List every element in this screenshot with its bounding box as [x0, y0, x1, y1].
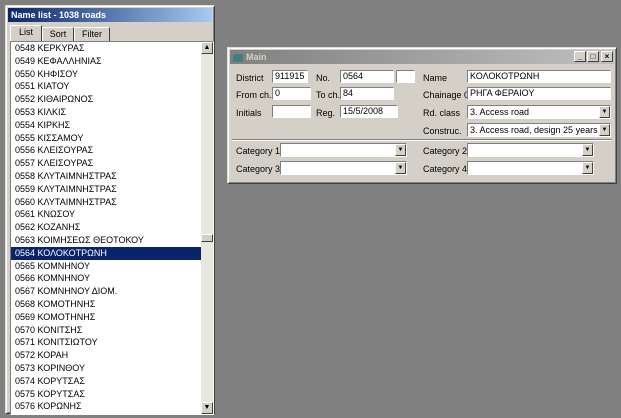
from-ch-field[interactable]: 0 [272, 87, 311, 100]
list-item[interactable]: 0573 ΚΟΡΙΝΘΟΥ [11, 362, 201, 375]
from-ch-label: From ch. [236, 90, 272, 100]
list-item[interactable]: 0554 ΚΙΡΚΗΣ [11, 119, 201, 132]
list-item[interactable]: 0567 ΚΟΜΝΗΝΟΥ ΔΙΟΜ. [11, 285, 201, 298]
main-title-bar: Main _ □ × [230, 50, 614, 64]
list-item[interactable]: 0559 ΚΛΥΤΑΙΜΝΗΣΤΡΑΣ [11, 183, 201, 196]
initials-field[interactable] [272, 105, 311, 118]
scroll-up-button[interactable]: ▲ [201, 42, 213, 54]
category3-select[interactable]: ▼ [280, 161, 407, 175]
minimize-button[interactable]: _ [574, 51, 586, 62]
to-ch-label: To ch. [316, 90, 341, 100]
category1-label: Category 1 [236, 146, 281, 156]
reg-field[interactable]: 15/5/2008 [340, 105, 398, 118]
list-item[interactable]: 0553 ΚΙΛΚΙΣ [11, 106, 201, 119]
category4-label: Category 4 [423, 164, 468, 174]
construc-dropdown-icon[interactable]: ▼ [599, 124, 610, 136]
list-item[interactable]: 0565 ΚΟΜΝΗΝΟΥ [11, 260, 201, 273]
no-field[interactable]: 0564 [340, 70, 394, 83]
chainage-label: Chainage 0 [423, 90, 470, 100]
name-list-title: Name list - 1038 roads [8, 8, 212, 22]
app-icon [233, 53, 243, 62]
district-label: District [236, 73, 264, 83]
list-item[interactable]: 0572 ΚΟΡΑΗ [11, 349, 201, 362]
maximize-button[interactable]: □ [587, 51, 599, 62]
reg-label: Reg. [316, 108, 336, 118]
list-item[interactable]: 0548 ΚΕΡΚΥΡΑΣ [11, 42, 201, 55]
main-window: Main _ □ × District 911915 No. 0564 Name… [227, 47, 617, 184]
rd-class-value: 3. Access road [470, 107, 530, 117]
close-button[interactable]: × [601, 51, 613, 62]
tab-filter[interactable]: Filter [74, 27, 110, 41]
list-item[interactable]: 0556 ΚΛΕΙΣΟΥΡΑΣ [11, 144, 201, 157]
rd-class-label: Rd. class [423, 108, 461, 118]
scroll-down-button[interactable]: ▼ [201, 402, 213, 414]
to-ch-field[interactable]: 84 [340, 87, 394, 100]
category2-dropdown-icon[interactable]: ▼ [582, 144, 593, 156]
name-field[interactable]: ΚΟΛΟΚΟΤΡΩΝΗ [467, 70, 611, 83]
minimize-icon: _ [577, 52, 583, 61]
list-item[interactable]: 0570 ΚΟΝΙΤΣΗΣ [11, 324, 201, 337]
list-item[interactable]: 0558 ΚΛΥΤΑΙΜΝΗΣΤΡΑΣ [11, 170, 201, 183]
chainage-field[interactable]: ΡΗΓΑ ΦΕΡΑΙΟΥ [467, 87, 611, 100]
maximize-icon: □ [590, 52, 596, 61]
rd-class-dropdown-icon[interactable]: ▼ [599, 106, 610, 118]
no-label: No. [316, 73, 331, 83]
list-item[interactable]: 0576 ΚΟΡΩΝΗΣ [11, 400, 201, 413]
category3-dropdown-icon[interactable]: ▼ [395, 162, 406, 174]
category2-label: Category 2 [423, 146, 468, 156]
arrow-up-icon: ▲ [203, 44, 211, 51]
category1-select[interactable]: ▼ [280, 143, 407, 157]
road-list-items: 0548 ΚΕΡΚΥΡΑΣ 0549 ΚΕΦΑΛΛΗΝΙΑΣ 0550 ΚΗΦΙΣΟ… [11, 42, 201, 413]
list-scrollbar[interactable]: ▲ ▼ [201, 42, 213, 414]
list-item[interactable]: 0563 ΚΟΙΜΗΣΕΩΣ ΘΕΟΤΟΚΟΥ [11, 234, 201, 247]
construc-select[interactable]: 3. Access road, design 25 years ▼ [467, 123, 611, 137]
list-item[interactable]: 0568 ΚΟΜΟΤΗΝΗΣ [11, 298, 201, 311]
form-divider [232, 139, 612, 141]
scroll-thumb[interactable] [201, 234, 213, 242]
list-item[interactable]: 0571 ΚΟΝΙΤΣΙΩΤΟΥ [11, 336, 201, 349]
list-item[interactable]: 0574 ΚΟΡΥΤΣΑΣ [11, 375, 201, 388]
main-title: Main [246, 52, 267, 62]
list-item[interactable]: 0549 ΚΕΦΑΛΛΗΝΙΑΣ [11, 55, 201, 68]
district-field[interactable]: 911915 [272, 70, 308, 83]
list-item[interactable]: 0566 ΚΟΜΝΗΝΟΥ [11, 272, 201, 285]
list-item[interactable]: 0561 ΚΝΩΣΟΥ [11, 208, 201, 221]
tab-list[interactable]: List [10, 25, 42, 41]
initials-label: Initials [236, 108, 262, 118]
construc-label: Construc. [423, 126, 462, 136]
list-item[interactable]: 0575 ΚΟΡΥΤΣΑΣ [11, 388, 201, 401]
close-icon: × [604, 52, 610, 61]
list-item[interactable]: 0552 ΚΙΘΑΙΡΩΝΟΣ [11, 93, 201, 106]
arrow-down-icon: ▼ [203, 404, 211, 411]
category2-select[interactable]: ▼ [467, 143, 594, 157]
list-item[interactable]: 0557 ΚΛΕΙΣΟΥΡΑΣ [11, 157, 201, 170]
list-item[interactable]: 0560 ΚΛΥΤΑΙΜΝΗΣΤΡΑΣ [11, 196, 201, 209]
list-item[interactable]: 0551 ΚΙΑΤΟΥ [11, 80, 201, 93]
list-item[interactable]: 0564 ΚΟΛΟΚΟΤΡΩΝΗ [11, 246, 201, 260]
list-item[interactable]: 0569 ΚΟΜΟΤΗΝΗΣ [11, 311, 201, 324]
name-label: Name [423, 73, 448, 83]
list-item[interactable]: 0550 ΚΗΦΙΣΟΥ [11, 68, 201, 81]
no-suffix-field[interactable] [396, 70, 415, 83]
rd-class-select[interactable]: 3. Access road ▼ [467, 105, 611, 119]
list-item[interactable]: 0562 ΚΟΖΑΝΗΣ [11, 221, 201, 234]
category3-label: Category 3 [236, 164, 281, 174]
construc-value: 3. Access road, design 25 years [470, 125, 598, 135]
list-item[interactable]: 0555 ΚΙΣΣΑΜΟΥ [11, 132, 201, 145]
category4-dropdown-icon[interactable]: ▼ [582, 162, 593, 174]
category1-dropdown-icon[interactable]: ▼ [395, 144, 406, 156]
name-list-window: Name list - 1038 roads List Sort Filter … [5, 5, 215, 415]
road-list[interactable]: 0548 ΚΕΡΚΥΡΑΣ 0549 ΚΕΦΑΛΛΗΝΙΑΣ 0550 ΚΗΦΙΣΟ… [10, 41, 214, 415]
category4-select[interactable]: ▼ [467, 161, 594, 175]
tab-sort[interactable]: Sort [42, 27, 74, 41]
